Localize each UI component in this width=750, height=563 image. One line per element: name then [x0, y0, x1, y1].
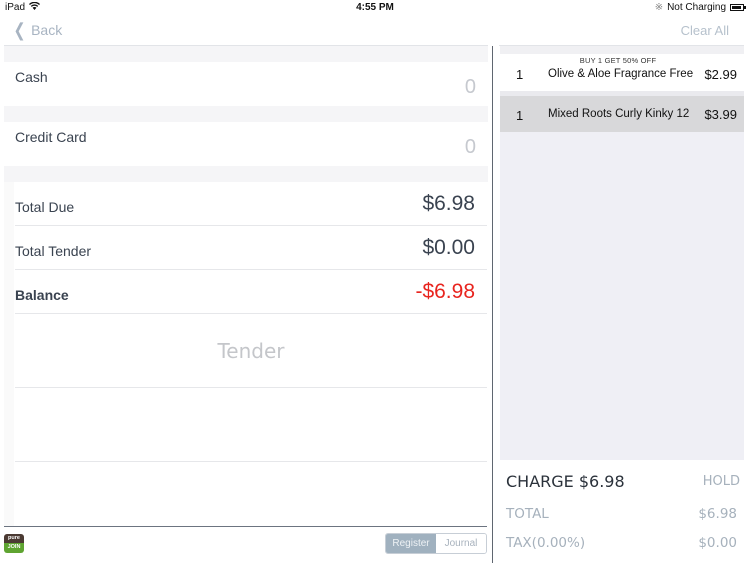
promo-label: BUY 1 GET 50% OFF [579, 56, 657, 65]
balance-value: -$6.98 [415, 280, 475, 303]
section-gap [4, 106, 488, 122]
tender-button[interactable]: Tender [15, 314, 487, 388]
clear-all-button[interactable]: Clear All [681, 23, 729, 38]
payment-amount-input[interactable]: 0 [465, 76, 476, 99]
total-value: $6.98 [698, 506, 737, 522]
total-tender-value: $0.00 [422, 236, 475, 259]
cart-list[interactable]: BUY 1 GET 50% OFF 1 Olive & Aloe Fragran… [500, 46, 744, 460]
view-segmented-control: Register Journal [385, 533, 487, 554]
payment-label: Cash [15, 69, 48, 85]
payment-methods: Cash 0 Credit Card 0 [4, 46, 488, 182]
total-label: TOTAL [506, 506, 549, 522]
charging-status: Not Charging [667, 2, 726, 13]
totals-panel: CHARGE $6.98 HOLD TOTAL $6.98 TAX(0.00%)… [500, 460, 744, 563]
tax-label: TAX(0.00%) [506, 535, 586, 551]
bluetooth-icon: ※ [654, 2, 664, 13]
footer-divider [4, 526, 487, 527]
chevron-left-icon: ❮ [13, 20, 26, 40]
segment-journal[interactable]: Journal [436, 534, 486, 553]
total-tender-label: Total Tender [15, 243, 92, 259]
total-due-row: Total Due $6.98 [15, 182, 487, 226]
section-gap [4, 166, 488, 182]
logo-top-text: pure [4, 534, 24, 543]
charge-button[interactable]: CHARGE $6.98 [506, 472, 625, 491]
left-margin [4, 182, 14, 526]
payment-label: Credit Card [15, 129, 87, 145]
item-price: $2.99 [704, 67, 737, 82]
total-tender-row: Total Tender $0.00 [15, 226, 487, 270]
section-gap [4, 46, 488, 62]
tax-value: $0.00 [698, 535, 737, 551]
item-price: $3.99 [704, 107, 737, 122]
status-bar: iPad 4:55 PM ※ Not Charging [0, 0, 750, 16]
cart-pane: Clear All BUY 1 GET 50% OFF 1 Olive & Al… [493, 16, 750, 563]
tender-pane: ❮ Back Cash 0 Credit Card 0 Total Due $6… [0, 16, 492, 563]
balance-row: Balance -$6.98 [15, 270, 487, 314]
purejoin-logo[interactable]: pure JOIN [4, 534, 24, 553]
back-button[interactable]: ❮ Back [12, 20, 63, 40]
segment-register[interactable]: Register [386, 534, 436, 553]
payment-amount-input[interactable]: 0 [465, 136, 476, 159]
cart-item[interactable]: BUY 1 GET 50% OFF 1 Olive & Aloe Fragran… [500, 54, 744, 91]
cart-gap [500, 46, 744, 54]
back-label: Back [31, 22, 63, 38]
balance-label: Balance [15, 287, 69, 303]
logo-bottom-text: JOIN [4, 543, 24, 553]
payment-row-credit-card[interactable]: Credit Card 0 [4, 122, 488, 166]
battery-icon [730, 4, 746, 11]
item-quantity: 1 [516, 108, 524, 123]
hold-button[interactable]: HOLD [703, 474, 740, 489]
total-due-label: Total Due [15, 199, 75, 215]
status-time: 4:55 PM [356, 2, 394, 13]
tender-label: Tender [217, 338, 285, 363]
item-quantity: 1 [516, 67, 524, 82]
payment-row-cash[interactable]: Cash 0 [4, 62, 488, 106]
item-name: Mixed Roots Curly Kinky 12 [548, 108, 690, 120]
cart-item[interactable]: 1 Mixed Roots Curly Kinky 12 $3.99 [500, 96, 744, 132]
nav-bar: ❮ Back [0, 16, 492, 46]
total-due-value: $6.98 [422, 192, 475, 215]
empty-row [15, 388, 487, 462]
item-name: Olive & Aloe Fragrance Free [548, 68, 694, 80]
status-right: ※ Not Charging [654, 2, 746, 13]
